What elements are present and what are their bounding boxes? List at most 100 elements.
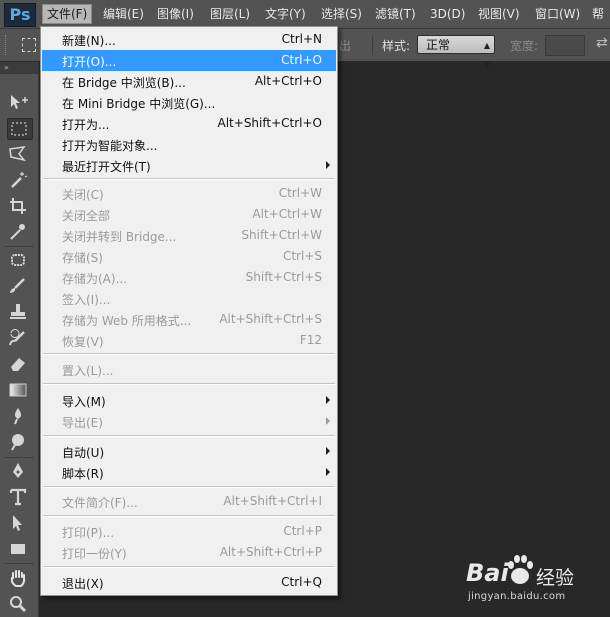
menu-layer[interactable]: 图层(L) xyxy=(208,5,252,23)
menu-item-recent-files[interactable]: 最近打开文件(T) xyxy=(42,155,336,176)
swap-icon[interactable]: ⇄ xyxy=(596,35,608,51)
menu-item-shortcut: Ctrl+W xyxy=(278,186,322,200)
menu-item-browse-bridge[interactable]: 在 Bridge 中浏览(B)... Alt+Ctrl+O xyxy=(42,71,336,92)
menu-item-label: 打印(P)... xyxy=(62,526,115,540)
move-tool-icon[interactable] xyxy=(7,92,31,112)
menu-item-scripts[interactable]: 脚本(R) xyxy=(42,462,336,483)
menu-item-label: 在 Mini Bridge 中浏览(G)... xyxy=(62,97,216,111)
rect-marquee-tool-icon[interactable] xyxy=(7,118,33,140)
zoom-tool-icon[interactable] xyxy=(7,594,31,614)
menu-3d[interactable]: 3D(D) xyxy=(428,5,467,23)
menu-filter[interactable]: 滤镜(T) xyxy=(373,5,418,23)
menu-separator xyxy=(43,486,335,488)
dodge-tool-icon[interactable] xyxy=(7,432,31,452)
menu-item-label: 关闭全部 xyxy=(62,209,111,223)
menu-item-open-as-smart-object[interactable]: 打开为智能对象... xyxy=(42,134,336,155)
options-grip[interactable] xyxy=(5,35,9,55)
options-divider xyxy=(372,35,373,55)
rectangle-tool-icon[interactable] xyxy=(7,539,31,559)
menu-item-label: 打开为... xyxy=(62,118,110,132)
gradient-tool-icon[interactable] xyxy=(7,380,31,400)
submenu-arrow-icon xyxy=(326,396,330,404)
menu-item-print[interactable]: 打印(P)... Ctrl+P xyxy=(42,521,336,542)
menu-item-open-as[interactable]: 打开为... Alt+Shift+Ctrl+O xyxy=(42,113,336,134)
menu-item-label: 恢复(V) xyxy=(62,335,104,349)
menu-item-label: 打开为智能对象... xyxy=(62,139,158,153)
menu-item-exit[interactable]: 退出(X) Ctrl+Q xyxy=(42,572,336,593)
menu-item-shortcut: Alt+Ctrl+W xyxy=(252,207,322,221)
menu-item-label: 最近打开文件(T) xyxy=(62,160,151,174)
type-tool-icon[interactable] xyxy=(7,487,31,507)
menu-item-save-for-web[interactable]: 存储为 Web 所用格式... Alt+Shift+Ctrl+S xyxy=(42,309,336,330)
eyedropper-tool-icon[interactable] xyxy=(7,222,31,242)
submenu-arrow-icon xyxy=(326,447,330,455)
menu-item-shortcut: Alt+Shift+Ctrl+O xyxy=(217,116,322,130)
marquee-preset-icon[interactable] xyxy=(22,38,36,52)
menu-separator xyxy=(43,566,335,568)
menu-item-label: 关闭(C) xyxy=(62,188,104,202)
menu-help[interactable]: 帮 xyxy=(590,5,606,23)
menu-item-label: 存储为 Web 所用格式... xyxy=(62,314,192,328)
tools-panel-collapse-icon[interactable]: » xyxy=(0,62,38,74)
menu-item-save[interactable]: 存储(S) Ctrl+S xyxy=(42,246,336,267)
menu-item-open[interactable]: 打开(O)... Ctrl+O xyxy=(42,50,336,71)
menu-item-export[interactable]: 导出(E) xyxy=(42,411,336,432)
menu-window[interactable]: 窗口(W) xyxy=(533,5,582,23)
menu-item-shortcut: Ctrl+Q xyxy=(281,575,322,589)
watermark-url: jingyan.baidu.com xyxy=(468,591,566,602)
menu-item-close-all[interactable]: 关闭全部 Alt+Ctrl+W xyxy=(42,204,336,225)
menu-item-import[interactable]: 导入(M) xyxy=(42,390,336,411)
menu-item-new[interactable]: 新建(N)... Ctrl+N xyxy=(42,29,336,50)
menu-item-check-in[interactable]: 签入(I)... xyxy=(42,288,336,309)
eraser-tool-icon[interactable] xyxy=(7,354,31,374)
menu-item-close-go-bridge[interactable]: 关闭并转到 Bridge... Shift+Ctrl+W xyxy=(42,225,336,246)
menu-item-label: 打开(O)... xyxy=(62,55,117,69)
clone-stamp-tool-icon[interactable] xyxy=(7,302,31,322)
spot-healing-tool-icon[interactable] xyxy=(7,250,31,270)
menu-select[interactable]: 选择(S) xyxy=(319,5,364,23)
menu-image[interactable]: 图像(I) xyxy=(155,5,196,23)
width-input[interactable] xyxy=(545,35,585,56)
photoshop-logo: Ps xyxy=(4,3,36,27)
menu-item-automate[interactable]: 自动(U) xyxy=(42,441,336,462)
blur-tool-icon[interactable] xyxy=(7,406,31,426)
submenu-arrow-icon xyxy=(326,417,330,425)
history-brush-tool-icon[interactable] xyxy=(7,328,31,348)
menu-item-file-info[interactable]: 文件简介(F)... Alt+Shift+Ctrl+I xyxy=(42,491,336,512)
magic-wand-tool-icon[interactable] xyxy=(7,170,31,190)
menu-item-place[interactable]: 置入(L)... xyxy=(42,359,336,380)
menu-item-shortcut: Alt+Shift+Ctrl+I xyxy=(223,494,322,508)
menu-item-label: 关闭并转到 Bridge... xyxy=(62,230,177,244)
file-menu-dropdown: 新建(N)... Ctrl+N 打开(O)... Ctrl+O 在 Bridge… xyxy=(40,26,338,596)
submenu-arrow-icon xyxy=(326,468,330,476)
menu-item-print-one-copy[interactable]: 打印一份(Y) Alt+Shift+Ctrl+P xyxy=(42,542,336,563)
menu-item-save-as[interactable]: 存储为(A)... Shift+Ctrl+S xyxy=(42,267,336,288)
pen-tool-icon[interactable] xyxy=(7,461,31,481)
menu-edit[interactable]: 编辑(E) xyxy=(101,5,146,23)
path-selection-tool-icon[interactable] xyxy=(7,513,31,533)
tools-divider xyxy=(4,457,34,458)
menu-item-browse-mini-bridge[interactable]: 在 Mini Bridge 中浏览(G)... xyxy=(42,92,336,113)
brush-tool-icon[interactable] xyxy=(7,276,31,296)
menu-item-label: 签入(I)... xyxy=(62,293,111,307)
style-select-value: 正常 xyxy=(426,38,451,52)
menu-file[interactable]: 文件(F) xyxy=(42,4,93,24)
menu-item-label: 存储为(A)... xyxy=(62,272,128,286)
menu-separator xyxy=(43,178,335,180)
baidu-paw-icon xyxy=(508,555,533,584)
menu-item-revert[interactable]: 恢复(V) F12 xyxy=(42,330,336,351)
menu-item-close[interactable]: 关闭(C) Ctrl+W xyxy=(42,183,336,204)
menu-separator xyxy=(43,383,335,385)
menu-view[interactable]: 视图(V) xyxy=(476,5,522,23)
crop-tool-icon[interactable] xyxy=(7,196,31,216)
menu-item-label: 导出(E) xyxy=(62,416,103,430)
options-partial-label: 出 xyxy=(339,39,352,53)
menu-item-shortcut: Ctrl+N xyxy=(281,32,322,46)
hand-tool-icon[interactable] xyxy=(7,568,31,588)
menu-bar: Ps 文件(F) 编辑(E) 图像(I) 图层(L) 文字(Y) 选择(S) 滤… xyxy=(0,0,610,29)
menu-type[interactable]: 文字(Y) xyxy=(263,5,308,23)
style-select[interactable]: 正常 ▲ ▼ xyxy=(417,35,495,69)
lasso-tool-icon[interactable] xyxy=(7,144,31,164)
menu-separator xyxy=(43,515,335,517)
tools-divider xyxy=(4,246,34,247)
